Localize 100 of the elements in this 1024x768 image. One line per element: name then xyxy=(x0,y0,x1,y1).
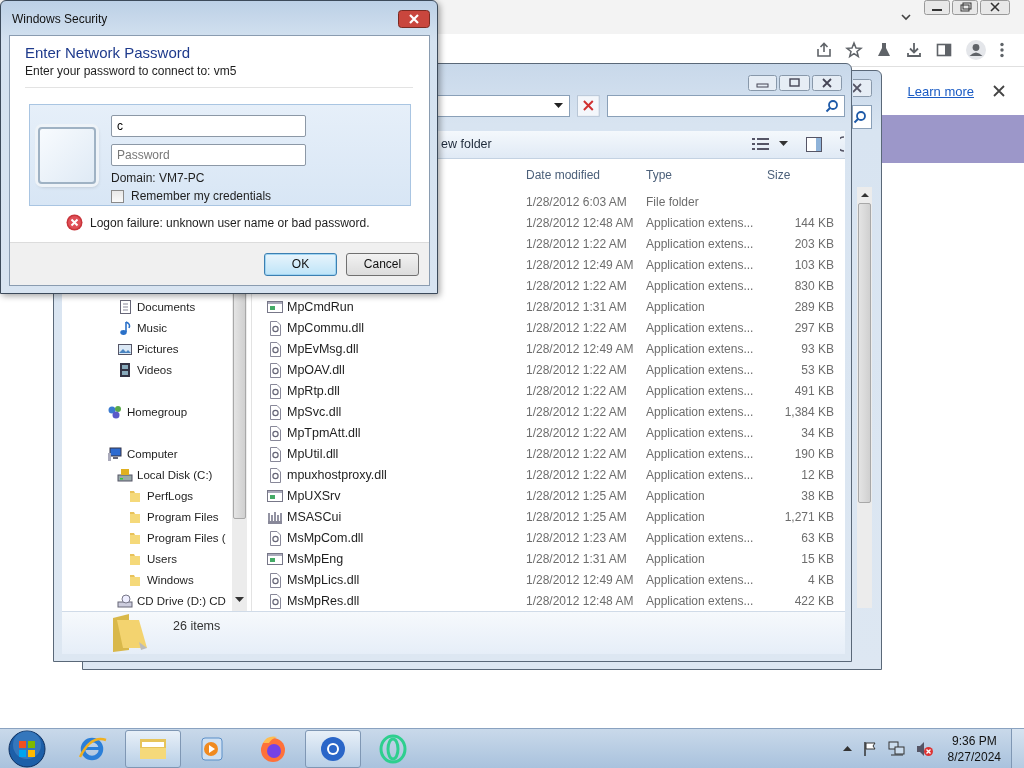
nav-item[interactable]: Computer xyxy=(127,447,178,460)
file-name[interactable]: MpRtp.dll xyxy=(287,383,340,398)
file-name[interactable]: MpEvMsg.dll xyxy=(287,341,359,356)
file-name[interactable]: MsMpRes.dll xyxy=(287,593,360,608)
file-name[interactable]: MsMpLics.dll xyxy=(287,572,360,587)
nav-item[interactable]: Pictures xyxy=(137,342,179,355)
table-cell-text: 1/28/2012 1:31 AM xyxy=(526,551,628,566)
table-cell-text: 1/28/2012 1:22 AM xyxy=(526,236,628,251)
caret-icon[interactable] xyxy=(900,12,912,22)
clear-button[interactable] xyxy=(577,94,601,117)
file-name[interactable]: MpUtil.dll xyxy=(287,446,339,461)
nav-item[interactable]: Local Disk (C:) xyxy=(137,468,213,481)
file-name[interactable]: mpuxhostproxy.dll xyxy=(287,467,387,482)
nav-item[interactable]: PerfLogs xyxy=(147,489,194,502)
flag-icon[interactable] xyxy=(861,740,878,757)
close-icon[interactable] xyxy=(992,84,1006,98)
learn-more-link[interactable]: Learn more xyxy=(907,83,974,99)
taskbar-button[interactable] xyxy=(125,729,181,768)
table-cell: 190 KB xyxy=(794,446,834,461)
nav-item[interactable]: Homegroup xyxy=(127,405,188,418)
nav-item[interactable]: Videos xyxy=(137,363,172,376)
close-icon[interactable] xyxy=(980,0,1010,15)
close-icon[interactable] xyxy=(812,75,842,91)
menu-icon[interactable] xyxy=(999,41,1005,59)
username-field[interactable]: c xyxy=(111,115,306,137)
program-icon xyxy=(267,550,283,567)
documents-icon xyxy=(117,298,133,315)
scroll-down-icon[interactable] xyxy=(235,597,244,603)
restore-icon[interactable] xyxy=(952,0,978,15)
table-cell: 491 KB xyxy=(794,383,834,398)
share-icon[interactable] xyxy=(815,41,833,59)
file-name[interactable]: MpSvc.dll xyxy=(287,404,342,419)
taskbar-button[interactable] xyxy=(305,729,361,768)
show-hidden-icon[interactable] xyxy=(842,745,852,752)
password-field[interactable]: Password xyxy=(111,144,306,166)
nav-item[interactable]: Documents xyxy=(137,300,196,313)
domain-label: Domain: VM7-PC xyxy=(111,171,206,185)
music-icon xyxy=(117,319,133,336)
side-panel-icon[interactable] xyxy=(935,41,953,59)
dll-file-icon xyxy=(267,571,283,588)
minimize-icon[interactable] xyxy=(924,0,950,15)
close-icon[interactable] xyxy=(853,79,872,97)
file-name[interactable]: MpOAV.dll xyxy=(287,362,345,377)
checkbox[interactable] xyxy=(111,189,124,203)
file-name[interactable]: MpTpmAtt.dll xyxy=(287,425,361,440)
search-field[interactable] xyxy=(607,94,845,117)
nav-item[interactable]: Windows xyxy=(147,573,194,586)
table-cell-text: 1/28/2012 1:31 AM xyxy=(526,299,628,314)
cancel-button[interactable]: Cancel xyxy=(346,252,419,276)
table-cell-text: Application extens... xyxy=(646,236,755,251)
scrollbar[interactable] xyxy=(857,187,872,608)
column-header[interactable]: Date modified xyxy=(526,167,646,182)
ok-button[interactable]: OK xyxy=(264,252,337,276)
window-title: Windows Security xyxy=(12,12,108,26)
file-name[interactable]: MpCmdRun xyxy=(287,299,354,314)
download-icon[interactable] xyxy=(905,41,923,59)
speaker-muted-icon[interactable] xyxy=(915,740,934,757)
nav-item[interactable]: Users xyxy=(147,552,178,565)
table-cell-text: 1/28/2012 6:03 AM xyxy=(526,194,628,209)
preview-pane-icon[interactable] xyxy=(806,136,822,152)
nav-item[interactable]: Program Files xyxy=(147,510,219,523)
clock[interactable]: 9:36 PM 8/27/2024 xyxy=(947,732,1001,765)
program-icon xyxy=(267,298,283,315)
close-button[interactable] xyxy=(398,10,430,28)
table-cell-text: Application extens... xyxy=(646,383,755,398)
table-cell-text: Application xyxy=(646,551,706,566)
table-cell-text: Application extens... xyxy=(646,446,755,461)
search-field[interactable] xyxy=(852,105,872,129)
file-name[interactable]: MpUXSrv xyxy=(287,488,341,503)
file-name[interactable]: MSASCui xyxy=(287,509,342,524)
start-button[interactable] xyxy=(7,728,47,768)
table-cell-text: Application extens... xyxy=(646,215,755,230)
table-cell-text: Application extens... xyxy=(646,467,755,482)
new-folder-button[interactable]: ew folder xyxy=(441,137,492,152)
table-cell-text: 1/28/2012 1:22 AM xyxy=(526,320,628,335)
table-cell: 34 KB xyxy=(801,425,834,440)
view-options-icon[interactable] xyxy=(752,137,770,152)
dropdown-caret-icon[interactable] xyxy=(779,141,788,148)
network-icon[interactable] xyxy=(887,740,906,757)
column-header[interactable]: Type xyxy=(646,167,764,182)
file-name[interactable]: MsMpEng xyxy=(287,551,344,566)
star-icon[interactable] xyxy=(845,41,863,59)
dialog-heading: Enter Network Password xyxy=(25,44,192,61)
file-name[interactable]: MsMpCom.dll xyxy=(287,530,364,545)
maximize-icon[interactable] xyxy=(779,75,810,91)
table-cell-text: Application extens... xyxy=(646,320,755,335)
dll-file-icon xyxy=(267,529,283,546)
file-name[interactable]: MpCommu.dll xyxy=(287,320,365,335)
table-cell: 38 KB xyxy=(801,488,834,503)
nav-item[interactable]: CD Drive (D:) CD xyxy=(137,594,226,607)
nav-item[interactable]: Music xyxy=(137,321,168,334)
avatar-icon[interactable] xyxy=(965,39,987,61)
table-cell: 15 KB xyxy=(801,551,834,566)
column-header[interactable]: Size xyxy=(764,167,837,182)
nav-item[interactable]: Program Files ( xyxy=(147,531,226,544)
checkbox-label[interactable]: Remember my credentials xyxy=(131,189,272,203)
item-count: 26 items xyxy=(173,619,221,633)
table-cell-text: Application extens... xyxy=(646,530,755,545)
flask-icon[interactable] xyxy=(875,41,893,59)
table-cell: 93 KB xyxy=(801,341,834,356)
